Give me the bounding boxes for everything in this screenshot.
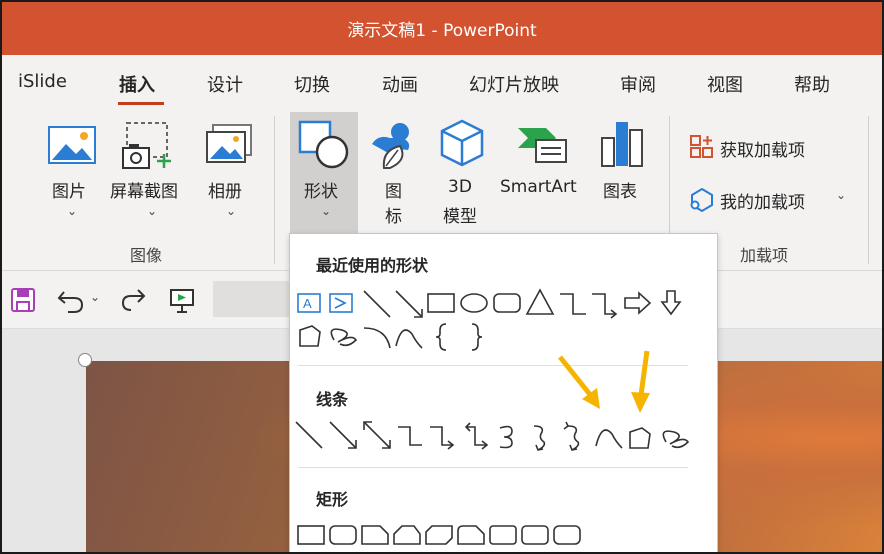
line-elbow-double-arrow[interactable] [464, 422, 489, 450]
shape-scribble[interactable] [330, 328, 358, 347]
rect-round-diagonal[interactable] [553, 525, 581, 545]
chevron-down-icon: ⌄ [226, 204, 237, 218]
store-icon [690, 135, 713, 158]
shapes-icon [298, 120, 349, 169]
save-icon[interactable] [10, 287, 36, 313]
rect-snip-single-corner[interactable] [361, 525, 389, 545]
tab-insert[interactable]: 插入 [119, 71, 155, 97]
active-tab-indicator [118, 102, 164, 105]
line-scribble[interactable] [662, 430, 690, 449]
shape-line[interactable] [363, 290, 391, 318]
shape-triangle[interactable] [525, 288, 555, 315]
tab-review[interactable]: 审阅 [620, 71, 656, 97]
start-slideshow-icon[interactable] [168, 286, 196, 314]
tab-design[interactable]: 设计 [207, 71, 243, 97]
chart-label: 图表 [603, 182, 637, 202]
shape-textbox-horizontal[interactable]: A [297, 293, 321, 313]
chevron-down-icon: ⌄ [67, 204, 78, 218]
addins-group-label: 加载项 [740, 246, 789, 265]
cube-icon [440, 119, 484, 167]
line-elbow-arrow[interactable] [430, 426, 455, 450]
tab-islide[interactable]: iSlide [18, 71, 67, 92]
chevron-down-icon: ⌄ [321, 204, 332, 218]
chevron-down-icon: ⌄ [147, 204, 158, 218]
album-label: 相册 [208, 182, 242, 202]
qat-field [213, 281, 293, 317]
icons-label-line2: 标 [385, 207, 402, 227]
ribbon-tabs: iSlide 插入 设计 切换 动画 幻灯片放映 审阅 视图 帮助 [2, 55, 882, 109]
group-divider [274, 116, 275, 264]
rect-round-single[interactable] [489, 525, 517, 545]
line-curved-arrow[interactable] [533, 425, 546, 451]
3d-label-line2: 模型 [443, 207, 477, 227]
undo-dropdown-icon[interactable]: ⌄ [90, 290, 100, 304]
line-elbow[interactable] [398, 426, 422, 446]
line-curved[interactable] [499, 425, 513, 449]
shape-right-brace[interactable] [471, 323, 483, 351]
rect-snip-round[interactable] [457, 525, 485, 545]
window-title: 演示文稿1 - PowerPoint [347, 21, 537, 41]
line-straight[interactable] [295, 421, 323, 449]
shape-oval[interactable] [460, 293, 488, 313]
picture-label: 图片 [52, 182, 86, 202]
line-double-arrow[interactable] [363, 421, 391, 449]
shape-curve[interactable] [395, 329, 423, 349]
shape-arc[interactable] [363, 327, 391, 349]
line-freeform[interactable] [629, 427, 651, 449]
shape-freeform[interactable] [299, 325, 321, 347]
shape-elbow-arrow[interactable] [592, 293, 618, 319]
shape-rectangle[interactable] [427, 293, 455, 313]
title-bar: 演示文稿1 - PowerPoint [2, 2, 882, 55]
screenshot-icon [122, 122, 171, 169]
screenshot-label: 屏幕截图 [110, 182, 178, 202]
shape-left-brace[interactable] [435, 323, 447, 351]
smartart-label: SmartArt [500, 177, 577, 197]
svg-text:A: A [303, 296, 312, 311]
smartart-icon [518, 128, 567, 163]
images-group-label: 图像 [130, 246, 163, 265]
line-curve[interactable] [595, 429, 623, 449]
powerpoint-window: 演示文稿1 - PowerPoint iSlide 插入 设计 切换 动画 幻灯… [0, 0, 884, 554]
chart-icon [601, 122, 643, 167]
get-addins-label: 获取加载项 [720, 141, 805, 161]
rect-rectangle[interactable] [297, 525, 325, 545]
rect-snip-diagonal[interactable] [425, 525, 453, 545]
annotation-arrows [558, 350, 650, 413]
shape-right-arrow[interactable] [624, 291, 652, 315]
shape-textbox-vertical[interactable] [329, 293, 353, 313]
my-addins-label: 我的加载项 [720, 193, 805, 213]
icons-label-line1: 图 [385, 182, 402, 202]
rect-snip-same-side[interactable] [393, 525, 421, 545]
selection-handle[interactable] [78, 353, 92, 367]
album-icon [206, 124, 252, 163]
shape-arrow-line[interactable] [395, 290, 423, 318]
tab-slideshow[interactable]: 幻灯片放映 [469, 71, 559, 97]
tab-view[interactable]: 视图 [707, 71, 743, 97]
icons-icon [372, 123, 410, 169]
group-divider [868, 116, 869, 264]
tab-help[interactable]: 帮助 [794, 71, 830, 97]
redo-icon[interactable] [118, 286, 148, 314]
line-arrow[interactable] [329, 421, 357, 449]
shapes-label: 形状 [304, 182, 338, 202]
picture-icon [48, 126, 96, 164]
addins-icon [690, 187, 713, 213]
rect-round-same-side[interactable] [521, 525, 549, 545]
tab-animations[interactable]: 动画 [382, 71, 418, 97]
shape-down-arrow[interactable] [660, 290, 682, 316]
tab-transitions[interactable]: 切换 [294, 71, 330, 97]
rect-rounded[interactable] [329, 525, 357, 545]
shape-elbow-connector[interactable] [560, 293, 586, 315]
undo-icon[interactable] [56, 286, 86, 314]
chevron-down-icon: ⌄ [836, 188, 847, 202]
3d-label-line1: 3D [448, 177, 472, 197]
shape-rounded-rectangle[interactable] [493, 293, 521, 313]
